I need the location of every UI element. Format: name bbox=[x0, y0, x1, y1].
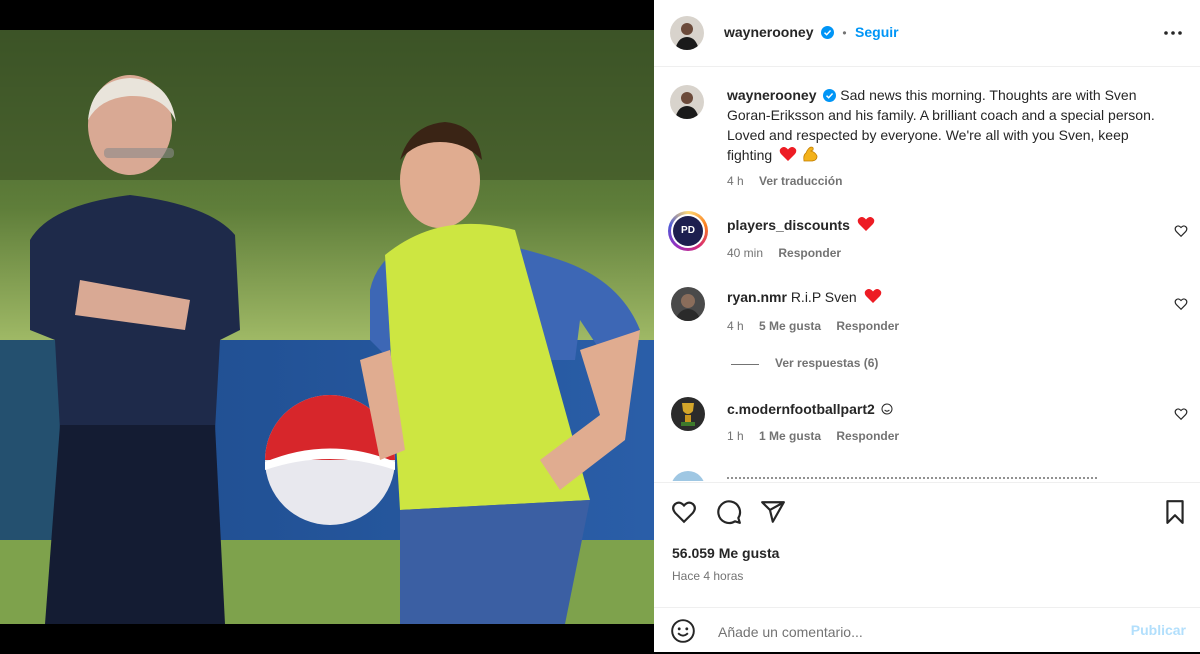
caption-avatar[interactable] bbox=[670, 85, 704, 119]
follow-button[interactable]: Seguir bbox=[855, 24, 899, 40]
translate-button[interactable]: Ver traducción bbox=[759, 174, 842, 188]
flexed-biceps-emoji-icon bbox=[803, 146, 818, 162]
post-photo[interactable] bbox=[0, 30, 654, 624]
comment-username[interactable]: players_discounts bbox=[727, 217, 850, 233]
heart-icon[interactable] bbox=[671, 499, 697, 525]
separator-dot: • bbox=[842, 26, 847, 40]
comment-text-line: players_discounts bbox=[727, 215, 875, 235]
header-title-row: waynerooney • Seguir bbox=[724, 24, 899, 42]
clipped-comment-text bbox=[727, 477, 1097, 481]
comment-username[interactable]: c.modernfootballpart2 bbox=[727, 401, 875, 417]
comment-avatar[interactable] bbox=[671, 471, 705, 481]
verified-badge-icon bbox=[820, 26, 834, 39]
comment-avatar-image bbox=[671, 287, 705, 321]
smiling-face-emoji-icon bbox=[881, 403, 893, 415]
caption-username[interactable]: waynerooney bbox=[727, 87, 816, 103]
comment-like-heart-icon[interactable] bbox=[1174, 407, 1188, 421]
post-header: waynerooney • Seguir bbox=[654, 0, 1200, 67]
comment-like-count[interactable]: 5 Me gusta bbox=[759, 319, 821, 333]
post-timestamp: Hace 4 horas bbox=[672, 569, 744, 583]
comment-username[interactable]: ryan.nmr bbox=[727, 289, 787, 305]
comment-text: R.i.P Sven bbox=[790, 289, 857, 305]
red-heart-emoji-icon bbox=[864, 289, 881, 303]
publish-button[interactable]: Publicar bbox=[1131, 622, 1186, 638]
comment-like-heart-icon[interactable] bbox=[1174, 224, 1188, 238]
story-ring-gap: PD bbox=[671, 214, 705, 248]
comment-meta: 1 h 1 Me gusta Responder bbox=[727, 429, 911, 443]
view-replies-button[interactable]: Ver respuestas (6) bbox=[775, 356, 878, 370]
comment-icon[interactable] bbox=[716, 499, 742, 525]
emoji-icon[interactable] bbox=[670, 618, 696, 644]
reply-button[interactable]: Responder bbox=[778, 246, 841, 260]
likes-count[interactable]: 56.059 Me gusta bbox=[672, 545, 779, 561]
comments-list[interactable]: waynerooney Sad news this morning. Thoug… bbox=[654, 67, 1200, 481]
comment-time: 1 h bbox=[727, 429, 744, 443]
comment-avatar[interactable] bbox=[671, 397, 705, 431]
share-icon[interactable] bbox=[760, 499, 786, 525]
red-heart-emoji-icon bbox=[779, 147, 797, 161]
post-side-panel: waynerooney • Seguir waynerooney Sad new… bbox=[654, 0, 1200, 652]
comment-avatar-image bbox=[671, 397, 705, 431]
comment-text-line: c.modernfootballpart2 bbox=[727, 399, 893, 419]
comment-like-heart-icon[interactable] bbox=[1174, 297, 1188, 311]
comment-like-count[interactable]: 1 Me gusta bbox=[759, 429, 821, 443]
comment-time: 40 min bbox=[727, 246, 764, 260]
view-replies-row[interactable]: Ver respuestas (6) bbox=[654, 354, 1200, 374]
bookmark-icon[interactable] bbox=[1162, 499, 1188, 525]
comment-avatar: PD bbox=[673, 216, 703, 246]
comment-time: 4 h bbox=[727, 319, 744, 333]
add-comment-bar: Publicar bbox=[654, 607, 1200, 654]
red-heart-emoji-icon bbox=[857, 217, 875, 231]
more-horizontal-icon[interactable] bbox=[1162, 22, 1184, 44]
comment-meta: 4 h 5 Me gusta Responder bbox=[727, 319, 911, 333]
author-username[interactable]: waynerooney bbox=[724, 24, 813, 40]
author-avatar-image bbox=[670, 16, 704, 50]
replies-divider-line bbox=[731, 364, 759, 365]
reply-button[interactable]: Responder bbox=[836, 319, 899, 333]
caption-avatar-image bbox=[670, 85, 704, 119]
author-avatar[interactable] bbox=[670, 16, 704, 50]
post-media-pane bbox=[0, 0, 654, 652]
story-ring[interactable]: PD bbox=[668, 211, 708, 251]
caption-meta: 4 h Ver traducción bbox=[727, 174, 854, 188]
comment-meta: 40 min Responder bbox=[727, 246, 853, 260]
post-actions: 56.059 Me gusta Hace 4 horas Publicar bbox=[654, 482, 1200, 653]
caption-time: 4 h bbox=[727, 174, 744, 188]
add-comment-input[interactable] bbox=[716, 621, 1100, 643]
comment-text-line: ryan.nmr R.i.P Sven bbox=[727, 287, 882, 307]
caption-text-block: waynerooney Sad news this morning. Thoug… bbox=[727, 85, 1167, 165]
verified-badge-icon bbox=[823, 89, 837, 102]
reply-button[interactable]: Responder bbox=[836, 429, 899, 443]
comment-avatar[interactable] bbox=[671, 287, 705, 321]
